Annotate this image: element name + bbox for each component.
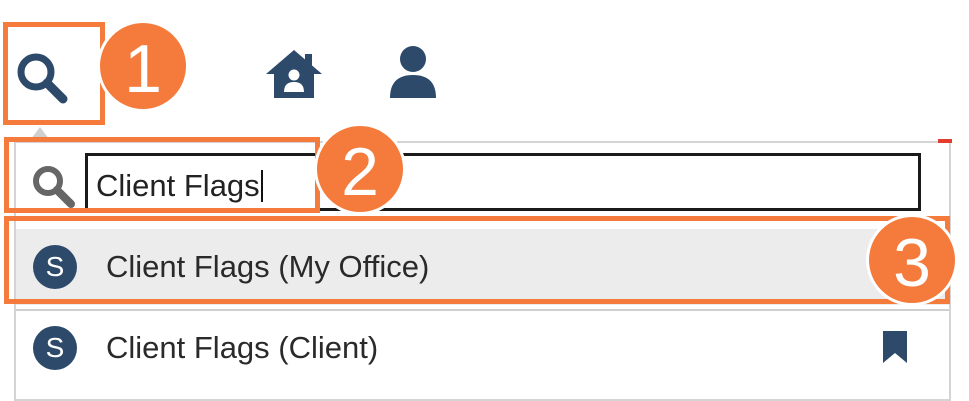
highlight-result-row xyxy=(4,216,950,304)
toolbar-user-button[interactable] xyxy=(389,45,437,99)
bookmark-icon[interactable] xyxy=(882,330,908,369)
home-icon xyxy=(266,50,322,98)
result-item-client[interactable]: S Client Flags (Client) xyxy=(16,309,949,385)
toolbar-home-button[interactable] xyxy=(264,48,324,100)
result-label: Client Flags (Client) xyxy=(106,330,379,365)
result-avatar: S xyxy=(33,326,77,370)
step-badge-2: 2 xyxy=(314,123,406,215)
highlight-search-button xyxy=(3,22,105,125)
step-badge-3: 3 xyxy=(866,214,958,306)
step-badge-1: 1 xyxy=(97,20,189,112)
user-icon xyxy=(390,46,436,98)
flag-indicator xyxy=(938,139,952,143)
highlight-search-field xyxy=(4,137,320,213)
